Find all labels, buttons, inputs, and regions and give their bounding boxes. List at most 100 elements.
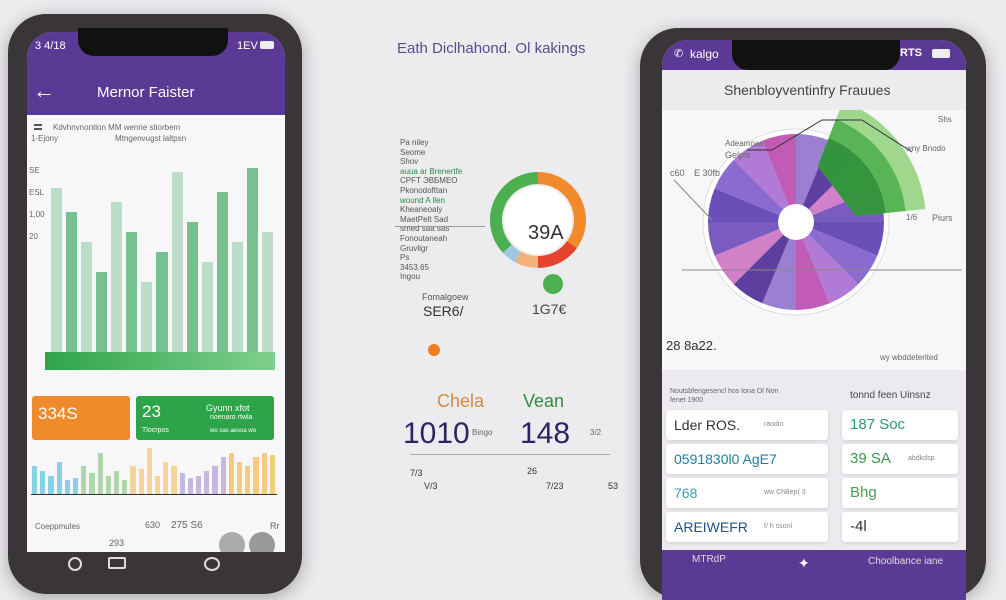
battery-icon [932,49,950,58]
strip-bar [220,457,226,494]
circle-button[interactable] [219,532,245,552]
strip-bar [146,448,152,494]
status-right: RTS [900,47,922,59]
bar [141,282,153,352]
stat-row[interactable]: Lder ROS. raodin [666,410,828,440]
strip-bar [114,471,120,494]
strip-bar [64,480,70,494]
bottom-left-tab[interactable]: MTRdP [692,554,726,565]
legend-item: MaetPelt Sad [400,214,449,224]
strip-bar [40,471,46,494]
strip-bar [89,473,95,494]
section-right-title: tonnd feen Uinsnz [850,390,931,401]
bar [51,188,63,352]
stat-row-value: 39 SA [850,450,891,467]
stat-row-value: Bhg [850,484,877,501]
foot-5: 53 [608,481,619,491]
bar [216,192,228,352]
label-tr: Shs [938,115,952,124]
strip-bar [245,466,251,494]
green-card[interactable]: 23 Gyunn xfot noenaro rtwla Tlocrpos wo … [136,396,274,440]
chart-caption: Kdvhnvnontlon MM wenne stiorbem [53,123,181,132]
strip-bar [196,475,202,494]
stat-left-value: SER6/ [423,303,464,319]
bottom-label: Coeppmules [35,522,80,531]
strip-bar [179,473,185,494]
legend-item: Shov [400,157,419,167]
orange-dot-icon [428,344,440,356]
nav-recent-icon[interactable] [204,557,220,571]
strip-bar [228,452,234,494]
metric-left-value: 1010 [403,417,470,450]
y-axis-labels: SE ESL 1,00 20 [29,160,45,248]
status-time: 3 4/18 [35,40,66,52]
chart-caption-2: Mtngenvugst laltpsn [115,134,187,143]
divider [410,454,610,455]
legend-item: Pkonodofttan [400,185,448,195]
stat-row-value: 0591830l0 AgE7 [674,451,777,467]
legend-item: Kheaneoaly [400,205,443,215]
nav-back-icon[interactable] [68,557,82,571]
donut-segment [503,244,521,263]
stat-row[interactable]: 768 ww ChBep( 3 [666,478,828,508]
stat-row[interactable]: 0591830l0 AgE7 [666,444,828,474]
stat-right-value: 1G7€ [532,301,567,317]
metric-left-small: Bingo [472,428,493,437]
foot-1: 7/3 [410,468,423,478]
strip-bar [48,475,54,494]
stat-row[interactable]: 39 SA abdkdsp [842,444,958,474]
bar [231,242,243,352]
strip-bar [130,466,136,494]
donut-segment [514,251,539,268]
divider [395,226,485,227]
metric-right-label: Vean [523,391,565,411]
strip-bar [187,477,193,494]
donut-chart [490,172,586,268]
y-label: SE [29,166,40,175]
pie-center [778,204,814,240]
chart-sublabel: 1-Ejony [31,134,59,143]
green-card-line2: noenaro rtwla [210,414,253,421]
stat-row[interactable]: -4l [842,512,958,542]
foot-2: V/3 [424,481,438,491]
bottom-right-tab[interactable]: Choolbance iane [868,556,943,567]
bar-chart [49,152,275,352]
circle-button[interactable] [249,532,275,552]
stat-row[interactable]: 187 Soc [842,410,958,440]
strip-bar [73,477,79,494]
label-r: Piurs [932,213,953,223]
legend-item: Ingou [400,272,421,282]
y-label: ESL [29,188,45,197]
menu-icon[interactable] [34,124,42,130]
status-right: 1EV [237,40,258,52]
label-l: c60 [670,168,685,178]
label-bl: 28 8a22. [666,338,717,353]
status-left: kalgo [690,47,719,61]
strip-bar [261,452,267,494]
strip-bar [138,468,144,494]
nav-home-icon[interactable] [108,557,126,569]
right-phone: ✆ kalgo RTS Shenbloyventinfry Frauues Ad… [640,28,986,600]
stat-row[interactable]: AREIWEFR f/ h ssonl [666,512,828,542]
y-label: 1,00 [29,210,45,219]
stat-row-value: Lder ROS. [674,417,741,433]
tool-icon[interactable]: ✦ [798,555,810,572]
strip-bar [56,461,62,494]
orange-card[interactable]: 334S [32,396,130,440]
stat-row[interactable]: Bhg [842,478,958,508]
notch [732,40,900,70]
bar [96,272,108,352]
legend-item: Seome [400,147,426,157]
stat-row-sub: f/ h ssonl [764,523,793,530]
strip-bar [237,461,243,494]
bottom-value-1: 630 [145,520,161,530]
strip-bar [105,475,111,494]
bottom-value-3: 293 [109,538,125,548]
section-left-title: Noutsbfengesencl hos tona Ol Non fenet 1… [670,388,779,404]
bar [66,212,78,352]
back-arrow-icon[interactable]: ← [33,78,55,104]
metric-left-label: Chela [437,391,485,411]
legend-item: CPFT ЭВБМЕО [400,176,458,186]
green-card-value: 23 [142,402,161,421]
donut-value: 39A [528,222,564,244]
